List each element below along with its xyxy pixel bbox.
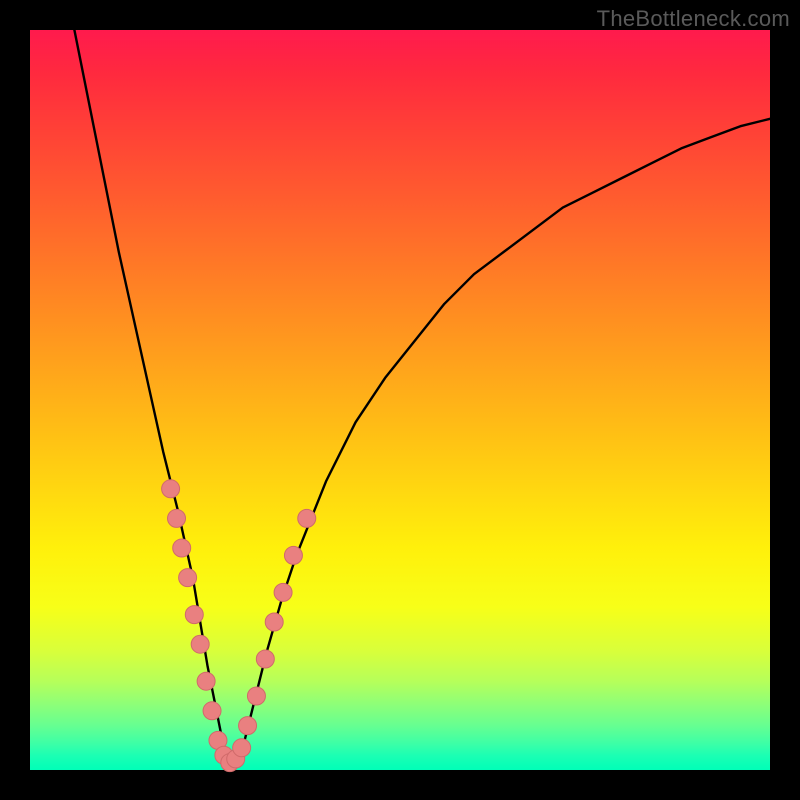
curve-marker (162, 480, 180, 498)
bottleneck-curve (74, 30, 770, 763)
curve-marker (284, 546, 302, 564)
curve-marker (239, 717, 257, 735)
curve-marker (256, 650, 274, 668)
plot-area (30, 30, 770, 770)
curve-marker (191, 635, 209, 653)
curve-marker (168, 509, 186, 527)
curve-marker (203, 702, 221, 720)
curve-marker (265, 613, 283, 631)
curve-marker (298, 509, 316, 527)
curve-marker (197, 672, 215, 690)
curve-marker (247, 687, 265, 705)
chart-frame: TheBottleneck.com (0, 0, 800, 800)
watermark-text: TheBottleneck.com (597, 6, 790, 32)
curve-marker (185, 606, 203, 624)
curve-marker (233, 739, 251, 757)
curve-markers (162, 480, 316, 772)
curve-marker (179, 569, 197, 587)
chart-overlay (30, 30, 770, 770)
curve-marker (173, 539, 191, 557)
curve-marker (274, 583, 292, 601)
